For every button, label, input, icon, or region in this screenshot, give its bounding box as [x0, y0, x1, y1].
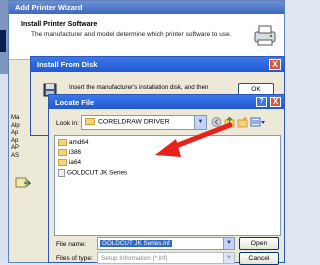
annotation-arrow-icon: [155, 122, 233, 157]
